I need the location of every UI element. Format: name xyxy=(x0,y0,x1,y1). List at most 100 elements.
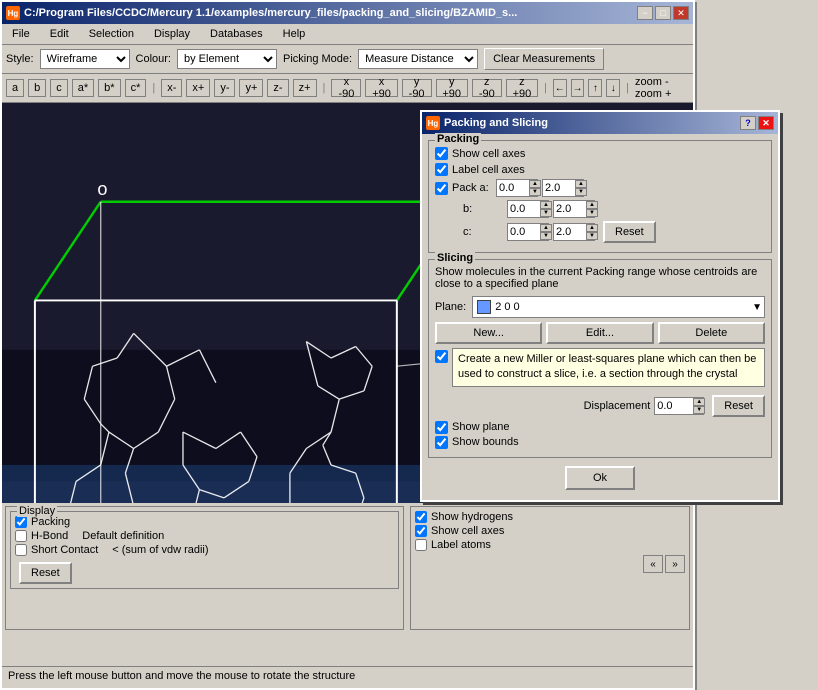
close-button[interactable]: ✕ xyxy=(673,6,689,20)
nav-yplus[interactable]: y+ xyxy=(239,79,263,97)
display-reset-button[interactable]: Reset xyxy=(19,562,72,584)
label-atoms-checkbox[interactable] xyxy=(415,539,427,551)
nav-zplus[interactable]: z+ xyxy=(293,79,317,97)
nav-cstar[interactable]: c* xyxy=(125,79,147,97)
pack-c-min-down[interactable]: ▼ xyxy=(540,232,552,240)
hbond-row: H-Bond Default definition xyxy=(15,530,394,542)
displacement-input[interactable] xyxy=(655,398,693,414)
pack-a-max-up[interactable]: ▲ xyxy=(575,180,587,188)
pack-a-max-down[interactable]: ▼ xyxy=(575,188,587,196)
delete-plane-button[interactable]: Delete xyxy=(658,322,765,344)
edit-plane-button[interactable]: Edit... xyxy=(546,322,653,344)
pack-b-min-down[interactable]: ▼ xyxy=(540,209,552,217)
show-cell-axes-checkbox[interactable] xyxy=(415,525,427,537)
hbond-checkbox[interactable] xyxy=(15,530,27,542)
maximize-button[interactable]: □ xyxy=(655,6,671,20)
next-page-button[interactable]: » xyxy=(665,555,685,573)
pack-a-min-arrows: ▲ ▼ xyxy=(529,180,541,196)
prev-page-button[interactable]: « xyxy=(643,555,663,573)
pack-b-min-up[interactable]: ▲ xyxy=(540,201,552,209)
show-cell-row: Show cell axes xyxy=(415,525,685,537)
dialog-content: Packing Show cell axes Label cell axes P… xyxy=(422,134,778,500)
slicing-action-buttons: New... Edit... Delete xyxy=(435,322,765,344)
menu-bar: File Edit Selection Display Databases He… xyxy=(2,24,693,45)
nav-y+90[interactable]: y +90 xyxy=(436,79,468,97)
create-plane-checkbox[interactable] xyxy=(435,350,448,363)
nav-xplus[interactable]: x+ xyxy=(186,79,210,97)
shortcontact-label: Short Contact xyxy=(31,544,98,556)
nav-z-90[interactable]: z -90 xyxy=(472,79,502,97)
svg-text:o: o xyxy=(97,179,107,199)
minimize-button[interactable]: − xyxy=(637,6,653,20)
nav-down-arrow[interactable]: ↓ xyxy=(606,79,620,97)
plane-dropdown[interactable]: 2 0 0 ▼ xyxy=(472,296,765,318)
pack-c-min-input[interactable] xyxy=(508,224,540,240)
nav-x+90[interactable]: x +90 xyxy=(365,79,397,97)
pack-a-min-down[interactable]: ▼ xyxy=(529,188,541,196)
packing-checkbox[interactable] xyxy=(15,516,27,528)
pack-c-max-input[interactable] xyxy=(554,224,586,240)
dialog-title-bar: Hg Packing and Slicing ? ✕ xyxy=(422,112,778,134)
app-icon: Hg xyxy=(6,6,20,20)
nav-right-arrow[interactable]: → xyxy=(571,79,585,97)
nav-yminus[interactable]: y- xyxy=(214,79,235,97)
pack-a-min-up[interactable]: ▲ xyxy=(529,180,541,188)
picking-mode-select[interactable]: Measure Distance Select Label xyxy=(358,49,478,69)
pack-checkbox[interactable] xyxy=(435,182,448,195)
slicing-reset-button[interactable]: Reset xyxy=(712,395,765,417)
dialog-help-button[interactable]: ? xyxy=(740,116,756,130)
displacement-up[interactable]: ▲ xyxy=(693,398,705,406)
nav-x-90[interactable]: x -90 xyxy=(331,79,361,97)
label-cell-axes-check[interactable] xyxy=(435,163,448,176)
menu-databases[interactable]: Databases xyxy=(204,26,269,42)
nav-astar[interactable]: a* xyxy=(72,79,94,97)
pack-b-min-arrows: ▲ ▼ xyxy=(540,201,552,217)
nav-a[interactable]: a xyxy=(6,79,24,97)
ok-button[interactable]: Ok xyxy=(565,466,635,490)
nav-bstar[interactable]: b* xyxy=(98,79,120,97)
show-bounds-checkbox[interactable] xyxy=(435,436,448,449)
nav-z+90[interactable]: z +90 xyxy=(506,79,538,97)
nav-b[interactable]: b xyxy=(28,79,46,97)
menu-help[interactable]: Help xyxy=(277,26,312,42)
pack-a-max-input[interactable] xyxy=(543,180,575,196)
menu-edit[interactable]: Edit xyxy=(44,26,75,42)
pack-a-min-input[interactable] xyxy=(497,180,529,196)
new-plane-button[interactable]: New... xyxy=(435,322,542,344)
show-h-row: Show hydrogens xyxy=(415,511,685,523)
menu-selection[interactable]: Selection xyxy=(83,26,140,42)
displacement-down[interactable]: ▼ xyxy=(693,406,705,414)
dialog-close-button[interactable]: ✕ xyxy=(758,116,774,130)
pack-b-max-down[interactable]: ▼ xyxy=(586,209,598,217)
pack-c-max-down[interactable]: ▼ xyxy=(586,232,598,240)
pack-c-min-spinbox: ▲ ▼ xyxy=(507,223,549,241)
packing-section-title: Packing xyxy=(435,133,481,145)
nav-up-arrow[interactable]: ↑ xyxy=(588,79,602,97)
clear-measurements-button[interactable]: Clear Measurements xyxy=(484,48,604,70)
menu-display[interactable]: Display xyxy=(148,26,196,42)
show-cell-axes-check[interactable] xyxy=(435,147,448,160)
colour-label: Colour: xyxy=(136,53,171,65)
style-select[interactable]: Wireframe Ball and Stick Spacefill xyxy=(40,49,130,69)
pack-b-max-input[interactable] xyxy=(554,201,586,217)
pack-b-max-up[interactable]: ▲ xyxy=(586,201,598,209)
packing-reset-button[interactable]: Reset xyxy=(603,221,656,243)
show-plane-checkbox[interactable] xyxy=(435,421,448,434)
nav-xminus[interactable]: x- xyxy=(161,79,182,97)
show-hydrogens-checkbox[interactable] xyxy=(415,511,427,523)
pack-b-min-input[interactable] xyxy=(508,201,540,217)
dialog-icon: Hg xyxy=(426,116,440,130)
pack-c-max-up[interactable]: ▲ xyxy=(586,224,598,232)
nav-y-90[interactable]: y -90 xyxy=(402,79,432,97)
pack-a-min-spinbox: ▲ ▼ xyxy=(496,179,538,197)
nav-left-arrow[interactable]: ← xyxy=(553,79,567,97)
shortcontact-checkbox[interactable] xyxy=(15,544,27,556)
pack-c-min-up[interactable]: ▲ xyxy=(540,224,552,232)
zoom-controls: zoom - zoom + xyxy=(635,76,689,100)
label-cell-axes-lbl: Label cell axes xyxy=(452,164,525,176)
nav-c[interactable]: c xyxy=(50,79,68,97)
menu-file[interactable]: File xyxy=(6,26,36,42)
nav-zminus[interactable]: z- xyxy=(267,79,288,97)
colour-select[interactable]: by Element by Molecule xyxy=(177,49,277,69)
pack-c-max-arrows: ▲ ▼ xyxy=(586,224,598,240)
